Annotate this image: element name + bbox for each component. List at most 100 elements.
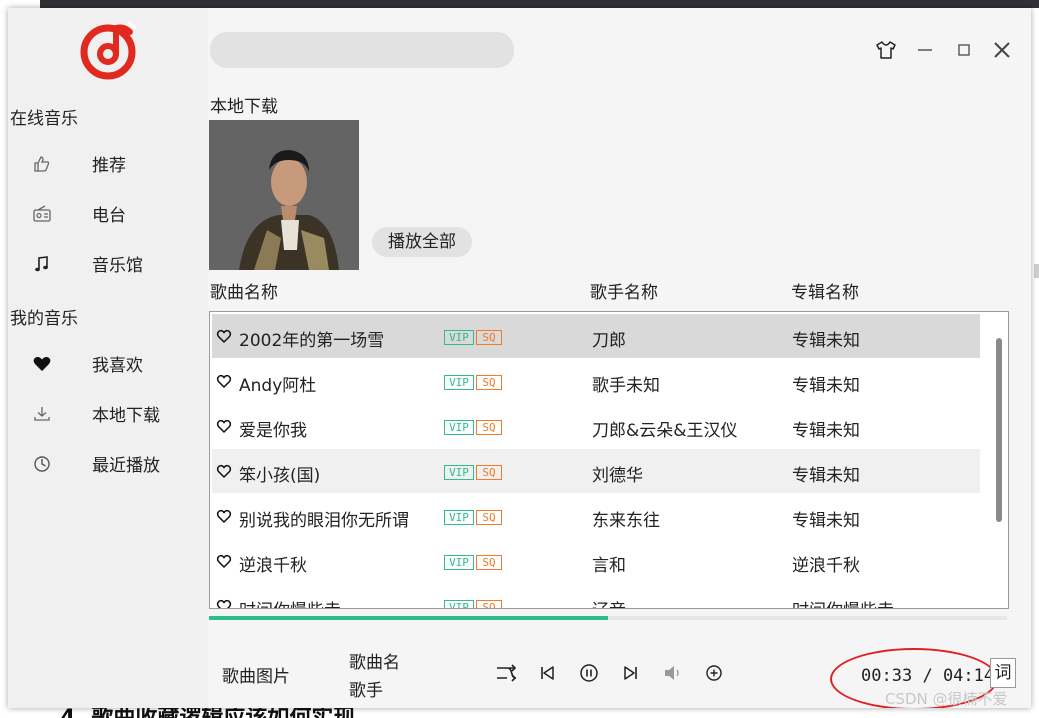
song-artist: 辽音	[592, 596, 626, 608]
playback-progress-fill	[209, 616, 608, 620]
song-title: 2002年的第一场雪	[239, 331, 385, 351]
table-row[interactable]: Andy阿杜 VIP SQ 歌手未知 专辑未知	[212, 359, 980, 403]
sidebar-item-label: 我喜欢	[92, 356, 143, 376]
sq-badge: SQ	[476, 555, 502, 570]
song-title: Andy阿杜	[239, 376, 317, 396]
song-artist: 歌手未知	[592, 376, 660, 396]
sq-badge: SQ	[476, 465, 502, 480]
watermark: CSDN @很楠不爱	[885, 690, 1008, 708]
heart-outline-icon[interactable]	[216, 328, 232, 344]
previous-icon[interactable]	[536, 662, 558, 684]
column-header-artist[interactable]: 歌手名称	[590, 278, 658, 303]
lyrics-button[interactable]: 词	[990, 658, 1016, 688]
playback-progress-bar[interactable]	[209, 616, 1007, 620]
sidebar-item-label: 电台	[92, 206, 126, 226]
song-artist: 刘德华	[592, 466, 643, 486]
table-row[interactable]: 逆浪千秋 VIP SQ 言和 逆浪千秋	[212, 539, 980, 583]
sq-badge: SQ	[476, 375, 502, 390]
section-title-online: 在线音乐	[10, 109, 78, 129]
vip-badge: VIP	[444, 330, 474, 345]
current-song-name: 歌曲名	[349, 653, 400, 673]
sidebar: 在线音乐 推荐 电台 音乐馆 我的音乐 我喜欢 本地下载 最近播放	[8, 8, 208, 708]
song-artist: 刀郎&云朵&王汉仪	[592, 421, 738, 441]
heart-outline-icon[interactable]	[216, 373, 232, 389]
add-icon[interactable]	[703, 662, 725, 684]
scrollbar-thumb[interactable]	[996, 338, 1002, 522]
song-album: 专辑未知	[792, 331, 860, 351]
sidebar-item-label: 最近播放	[92, 456, 160, 476]
table-row[interactable]: 笨小孩(国) VIP SQ 刘德华 专辑未知	[212, 449, 980, 493]
radio-icon	[33, 205, 51, 222]
heart-icon	[33, 356, 51, 371]
close-icon[interactable]	[990, 38, 1014, 62]
sq-badge: SQ	[476, 420, 502, 435]
column-header-song[interactable]: 歌曲名称	[210, 278, 278, 303]
vip-badge: VIP	[444, 555, 474, 570]
sq-badge: SQ	[476, 510, 502, 525]
album-cover-image	[209, 120, 359, 270]
table-row[interactable]: 爱是你我 VIP SQ 刀郎&云朵&王汉仪 专辑未知	[212, 404, 980, 448]
song-list: 2002年的第一场雪 VIP SQ 刀郎 专辑未知 Andy阿杜 VIP SQ …	[209, 311, 1009, 609]
vip-badge: VIP	[444, 600, 474, 608]
sidebar-item-label: 推荐	[92, 156, 126, 176]
table-row[interactable]: 别说我的眼泪你无所谓 VIP SQ 东来东往 专辑未知	[212, 494, 980, 538]
song-artist: 东来东往	[592, 511, 660, 531]
background-fragment	[1034, 264, 1039, 278]
song-artist: 刀郎	[592, 331, 626, 351]
shuffle-icon[interactable]	[495, 662, 517, 684]
sidebar-item-radio[interactable]: 电台	[32, 198, 202, 230]
minimize-icon[interactable]	[913, 38, 937, 62]
vip-badge: VIP	[444, 420, 474, 435]
table-row[interactable]: 2002年的第一场雪 VIP SQ 刀郎 专辑未知	[212, 314, 980, 358]
song-album: 逆浪千秋	[792, 556, 860, 576]
background-page	[1031, 8, 1039, 708]
search-input[interactable]	[210, 32, 514, 68]
sidebar-item-recent[interactable]: 最近播放	[32, 448, 202, 480]
vip-badge: VIP	[444, 465, 474, 480]
column-header-album[interactable]: 专辑名称	[791, 278, 859, 303]
heart-outline-icon[interactable]	[216, 553, 232, 569]
table-row[interactable]: 时间你慢些走 VIP SQ 辽音 时间你慢些走	[212, 584, 980, 609]
music-player-window: 在线音乐 推荐 电台 音乐馆 我的音乐 我喜欢 本地下载 最近播放 本地下载 播…	[8, 8, 1031, 708]
sq-badge: SQ	[476, 330, 502, 345]
song-image-placeholder: 歌曲图片	[222, 667, 290, 687]
sidebar-item-recommend[interactable]: 推荐	[32, 148, 202, 180]
song-list-scrollbar[interactable]	[992, 314, 1006, 604]
song-title: 爱是你我	[239, 421, 307, 441]
music-note-icon	[35, 256, 48, 272]
current-song-artist: 歌手	[349, 681, 383, 701]
heart-outline-icon[interactable]	[216, 418, 232, 434]
background-window-edge	[40, 0, 1039, 8]
sidebar-item-favorites[interactable]: 我喜欢	[32, 348, 202, 380]
song-title: 逆浪千秋	[239, 556, 307, 576]
song-album: 专辑未知	[792, 466, 860, 486]
skin-shirt-icon[interactable]	[874, 38, 898, 62]
song-album: 时间你慢些走	[792, 596, 894, 608]
sidebar-item-music-hall[interactable]: 音乐馆	[32, 248, 202, 280]
sidebar-item-label: 本地下载	[92, 406, 160, 426]
song-album: 专辑未知	[792, 421, 860, 441]
heart-outline-icon[interactable]	[216, 598, 232, 609]
sq-badge: SQ	[476, 600, 502, 608]
song-album: 专辑未知	[792, 376, 860, 396]
song-album: 专辑未知	[792, 511, 860, 531]
play-all-button[interactable]: 播放全部	[372, 227, 472, 257]
song-title: 时间你慢些走	[239, 596, 341, 608]
heart-outline-icon[interactable]	[216, 463, 232, 479]
sidebar-item-label: 音乐馆	[92, 256, 143, 276]
next-icon[interactable]	[620, 662, 642, 684]
song-title: 笨小孩(国)	[239, 466, 321, 486]
volume-icon[interactable]	[662, 662, 684, 684]
song-artist: 言和	[592, 556, 626, 576]
clock-icon	[34, 456, 50, 472]
app-logo-icon	[80, 20, 137, 80]
page-title: 本地下载	[210, 97, 278, 117]
pause-icon[interactable]	[578, 662, 600, 684]
maximize-icon[interactable]	[952, 38, 976, 62]
heart-outline-icon[interactable]	[216, 508, 232, 524]
vip-badge: VIP	[444, 375, 474, 390]
song-title: 别说我的眼泪你无所谓	[239, 511, 409, 531]
sidebar-item-local-download[interactable]: 本地下载	[32, 398, 202, 430]
download-icon	[34, 407, 50, 421]
vip-badge: VIP	[444, 510, 474, 525]
